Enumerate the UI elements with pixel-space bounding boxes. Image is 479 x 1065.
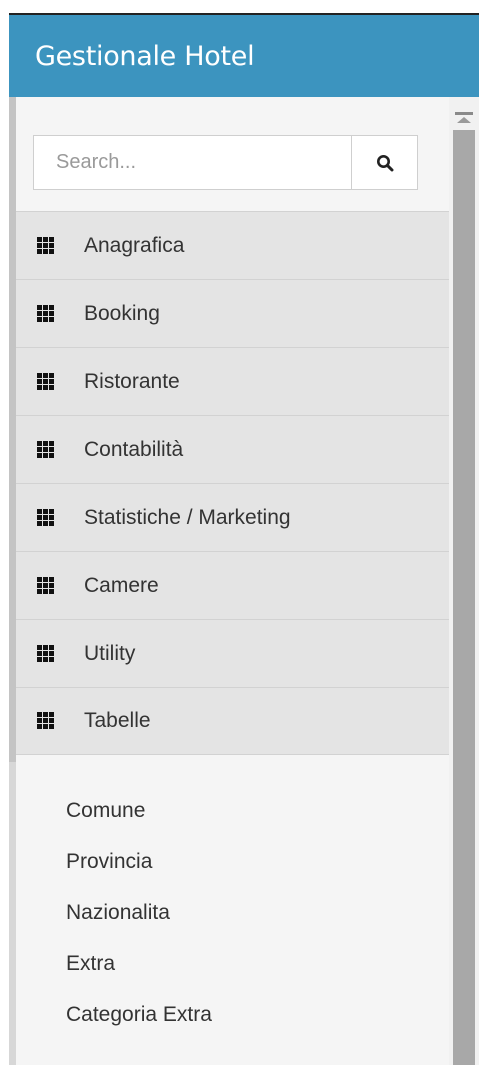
menu-item-label: Contabilità (84, 437, 184, 461)
grid-icon (37, 644, 56, 663)
menu-item-contabilita[interactable]: Contabilità (16, 415, 449, 483)
menu-item-label: Ristorante (84, 369, 180, 393)
menu-item-label: Tabelle (84, 709, 151, 732)
grid-icon (37, 372, 56, 391)
grid-icon (37, 712, 56, 730)
search-button[interactable] (351, 135, 418, 190)
left-rail (9, 97, 16, 762)
app-title: Gestionale Hotel (35, 40, 255, 72)
submenu-tabelle: Comune Provincia Nazionalita Extra Categ… (66, 799, 212, 1054)
menu-item-statistiche-marketing[interactable]: Statistiche / Marketing (16, 483, 449, 551)
menu-item-anagrafica[interactable]: Anagrafica (16, 211, 449, 279)
menu-item-ristorante[interactable]: Ristorante (16, 347, 449, 415)
grid-icon (37, 440, 56, 459)
menu-item-label: Statistiche / Marketing (84, 505, 291, 529)
menu-item-utility[interactable]: Utility (16, 619, 449, 687)
scroll-up-button[interactable] (449, 109, 479, 127)
menu-item-label: Utility (84, 641, 136, 665)
submenu-item-comune[interactable]: Comune (66, 799, 212, 850)
scroll-up-arrow-icon (455, 112, 473, 123)
search-icon (376, 154, 393, 171)
scrollbar-track[interactable] (449, 97, 479, 1065)
menu-item-booking[interactable]: Booking (16, 279, 449, 347)
grid-icon (37, 576, 56, 595)
grid-icon (37, 304, 56, 323)
menu-item-label: Booking (84, 301, 160, 325)
app-header: Gestionale Hotel (9, 15, 479, 97)
sidebar: Anagrafica Booking Ristorante Contabilit… (16, 97, 449, 1065)
submenu-item-extra[interactable]: Extra (66, 952, 212, 1003)
submenu-item-nazionalita[interactable]: Nazionalita (66, 901, 212, 952)
submenu-item-categoria-extra[interactable]: Categoria Extra (66, 1003, 212, 1054)
search-bar (33, 135, 418, 190)
menu-item-label: Anagrafica (84, 233, 185, 257)
window-top-edge (9, 0, 479, 16)
menu-item-tabelle[interactable]: Tabelle (16, 687, 449, 755)
menu-item-camere[interactable]: Camere (16, 551, 449, 619)
scrollbar-thumb[interactable] (453, 130, 475, 1065)
left-rail-lower (9, 762, 16, 1065)
menu-item-label: Camere (84, 573, 159, 597)
search-input[interactable] (33, 135, 351, 190)
main-menu: Anagrafica Booking Ristorante Contabilit… (16, 211, 449, 755)
submenu-item-provincia[interactable]: Provincia (66, 850, 212, 901)
grid-icon (37, 236, 56, 255)
grid-icon (37, 508, 56, 527)
